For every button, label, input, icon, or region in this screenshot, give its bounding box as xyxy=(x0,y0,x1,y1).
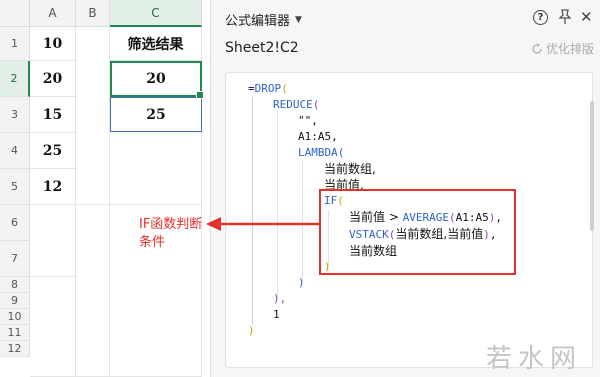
pin-icon[interactable] xyxy=(558,9,572,25)
annotation-label: IF函数判断 条件 xyxy=(139,216,202,252)
chevron-down-icon[interactable]: ▼ xyxy=(295,15,302,25)
row-header-7[interactable]: 7 xyxy=(0,241,30,277)
cell-a2[interactable]: 20 xyxy=(30,61,76,97)
row-header-1[interactable]: 1 xyxy=(0,27,30,61)
code-line-2: REDUCE( xyxy=(273,98,320,111)
cell-a5[interactable]: 12 xyxy=(30,169,76,205)
row-header-12[interactable]: 12 xyxy=(0,341,30,357)
code-line-4: A1:A5, xyxy=(298,130,338,143)
code-line-5: LAMBDA( xyxy=(298,146,345,159)
column-header-b[interactable]: B xyxy=(76,0,110,27)
row-header-2[interactable]: 2 xyxy=(0,61,30,97)
cell-a4[interactable]: 25 xyxy=(30,133,76,169)
code-line-15: 1 xyxy=(273,308,280,321)
code-line-13: ) xyxy=(298,276,305,289)
optimize-layout-label: 优化排版 xyxy=(546,42,595,56)
annotation-line-1: IF函数判断 xyxy=(139,217,203,232)
cell-c1[interactable]: 筛选结果 xyxy=(110,27,202,61)
annotation-arrow-icon xyxy=(206,217,320,231)
close-icon[interactable]: ✕ xyxy=(580,8,593,26)
editor-scrollbar[interactable] xyxy=(590,101,594,231)
cell-c2[interactable]: 20 xyxy=(110,61,204,99)
panel-title[interactable]: 公式编辑器 ▼ xyxy=(225,10,302,29)
row-header-6[interactable]: 6 xyxy=(0,205,30,241)
row-header-3[interactable]: 3 xyxy=(0,97,30,133)
cell-b6[interactable] xyxy=(76,205,110,377)
cell-c4[interactable] xyxy=(110,133,202,205)
row-header-10[interactable]: 10 xyxy=(0,309,30,325)
row-header-9[interactable]: 9 xyxy=(0,293,30,309)
code-line-1: =DROP( xyxy=(248,82,288,95)
row-header-8[interactable]: 8 xyxy=(0,277,30,293)
panel-title-text: 公式编辑器 xyxy=(225,14,291,29)
optimize-layout-button[interactable]: 优化排版 xyxy=(531,40,594,57)
select-all-corner[interactable] xyxy=(0,0,30,27)
cell-reference: Sheet2!C2 xyxy=(225,40,299,56)
code-line-3: "", xyxy=(298,114,318,127)
cell-b1[interactable] xyxy=(76,27,110,205)
cell-a1[interactable]: 10 xyxy=(30,27,76,61)
optimize-icon xyxy=(532,42,542,54)
cell-a6[interactable] xyxy=(30,205,76,277)
row-header-4[interactable]: 4 xyxy=(0,133,30,169)
indent-guide xyxy=(277,110,278,298)
column-header-c[interactable]: C xyxy=(110,0,202,27)
code-line-16: ) xyxy=(248,324,255,337)
watermark-logo: 若水网 xyxy=(486,344,583,374)
help-icon[interactable]: ? xyxy=(533,10,548,25)
row-header-11[interactable]: 11 xyxy=(0,325,30,341)
if-highlight-box xyxy=(319,189,516,275)
row-header-5[interactable]: 5 xyxy=(0,169,30,205)
code-line-6: 当前数组, xyxy=(324,162,376,176)
indent-guide xyxy=(252,97,253,325)
cell-c3[interactable]: 25 xyxy=(110,97,202,132)
column-header-a[interactable]: A xyxy=(30,0,76,27)
spreadsheet-grid: A B C 1 2 3 4 5 6 7 8 9 10 11 12 10 20 1… xyxy=(0,0,210,377)
cell-a3[interactable]: 15 xyxy=(30,97,76,133)
cell-a8[interactable] xyxy=(30,277,76,377)
annotation-line-2: 条件 xyxy=(139,235,166,250)
code-line-14: ), xyxy=(273,292,287,305)
